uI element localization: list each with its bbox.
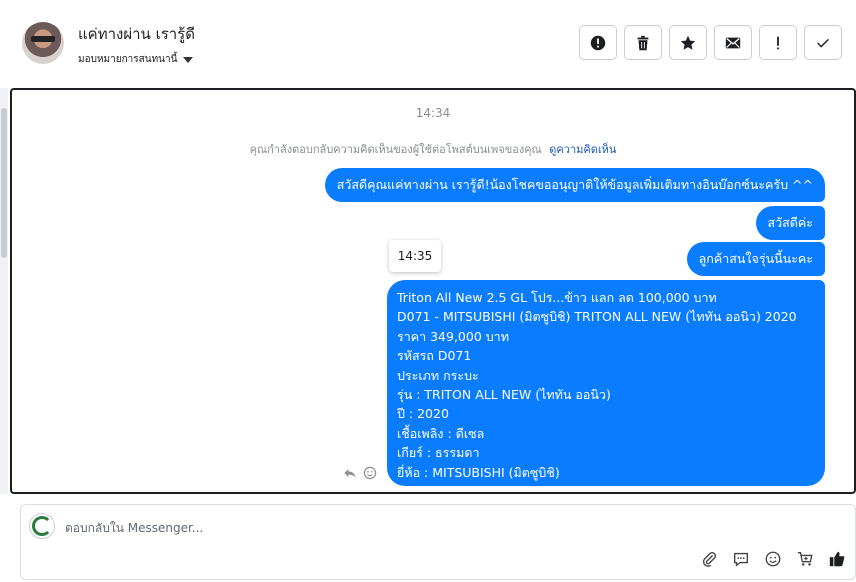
caret-down-icon — [183, 56, 194, 63]
conversation-header: แค่ทางผ่าน เรารู้ดี มอบหมายการสนทนานี้ — [0, 0, 856, 86]
smiley-icon — [765, 551, 781, 567]
detail-line: Triton All New 2.5 GL โปร...ข้าว แลก ลด … — [397, 290, 717, 305]
trash-icon — [637, 35, 649, 50]
detail-line: ปี : 2020 — [397, 406, 449, 422]
exclamation-icon — [777, 36, 779, 49]
shop-button[interactable] — [795, 549, 815, 569]
saved-replies-button[interactable] — [731, 549, 751, 569]
view-comment-link[interactable]: ดูความคิดเห็น — [549, 143, 616, 156]
like-button[interactable] — [827, 549, 847, 569]
message-thread: 14:34 คุณกำลังตอบกลับความคิดเห็นของผู้ใช… — [10, 88, 856, 494]
vehicle-details-message[interactable]: Triton All New 2.5 GL โปร...ข้าว แลก ลด … — [387, 280, 825, 486]
reply-input[interactable] — [65, 518, 685, 538]
detail-line: ประเภท กระบะ — [397, 367, 479, 383]
check-icon — [817, 38, 829, 48]
thread-timestamp: 14:34 — [415, 106, 451, 120]
detail-line: ยี่ห้อ : MITSUBISHI (มิตซูบิชิ) — [397, 464, 560, 480]
mark-spam-button[interactable] — [579, 25, 617, 60]
emoji-reaction-icon[interactable] — [362, 465, 378, 481]
delete-button[interactable] — [624, 25, 662, 60]
detail-line: D071 - MITSUBISHI (มิตซูบิชิ) TRITON ALL… — [397, 309, 797, 325]
mark-done-button[interactable] — [804, 25, 842, 60]
message-time-tooltip: 14:35 — [389, 240, 441, 272]
chat-bubble-icon — [734, 552, 748, 567]
mail-icon — [725, 37, 741, 48]
star-button[interactable] — [669, 25, 707, 60]
thumbs-up-icon — [829, 551, 845, 567]
paperclip-icon — [702, 552, 716, 567]
notice-text: คุณกำลังตอบกลับความคิดเห็นของผู้ใช้ต่อโพ… — [249, 143, 542, 156]
detail-line: เชื้อเพลิง : ดีเซล — [397, 425, 485, 441]
user-avatar[interactable] — [22, 22, 64, 64]
comment-reply-notice: คุณกำลังตอบกลับความคิดเห็นของผู้ใช้ต่อโพ… — [12, 140, 854, 158]
assign-label: มอบหมายการสนทนานี้ — [78, 54, 178, 65]
detail-line: ราคา 349,000 บาท — [397, 328, 509, 344]
user-name[interactable]: แค่ทางผ่าน เรารู้ดี — [78, 22, 195, 46]
conversation-actions — [579, 25, 842, 60]
reply-composer — [20, 504, 856, 580]
detail-line: รหัสรถ D071 — [397, 348, 472, 364]
star-icon — [680, 35, 696, 50]
assign-conversation-dropdown[interactable]: มอบหมายการสนทนานี้ — [78, 52, 194, 67]
follow-up-button[interactable] — [759, 25, 797, 60]
attach-button[interactable] — [699, 549, 719, 569]
cart-plus-icon — [797, 552, 813, 566]
mark-unread-button[interactable] — [714, 25, 752, 60]
page-avatar — [29, 513, 55, 539]
message-hover-tools — [342, 465, 378, 481]
emoji-button[interactable] — [763, 549, 783, 569]
composer-tools — [699, 549, 847, 569]
message-bubble[interactable]: สวัสดีคุณแค่ทางผ่าน เรารู้ดี!น้องโชคขออน… — [324, 168, 825, 202]
reply-icon[interactable] — [342, 465, 358, 481]
detail-line: เกียร์ : ธรรมดา — [397, 445, 480, 461]
left-scrollbar[interactable] — [0, 88, 8, 494]
alert-circle-icon — [590, 35, 606, 50]
detail-line: รุ่น : TRITON ALL NEW (ไททัน ออนิว) — [397, 387, 611, 403]
scrollbar-thumb[interactable] — [1, 108, 7, 258]
message-bubble[interactable]: ลูกค้าสนใจรุ่นนี้นะคะ — [686, 242, 825, 276]
message-bubble[interactable]: สวัสดีค่ะ — [755, 206, 825, 240]
